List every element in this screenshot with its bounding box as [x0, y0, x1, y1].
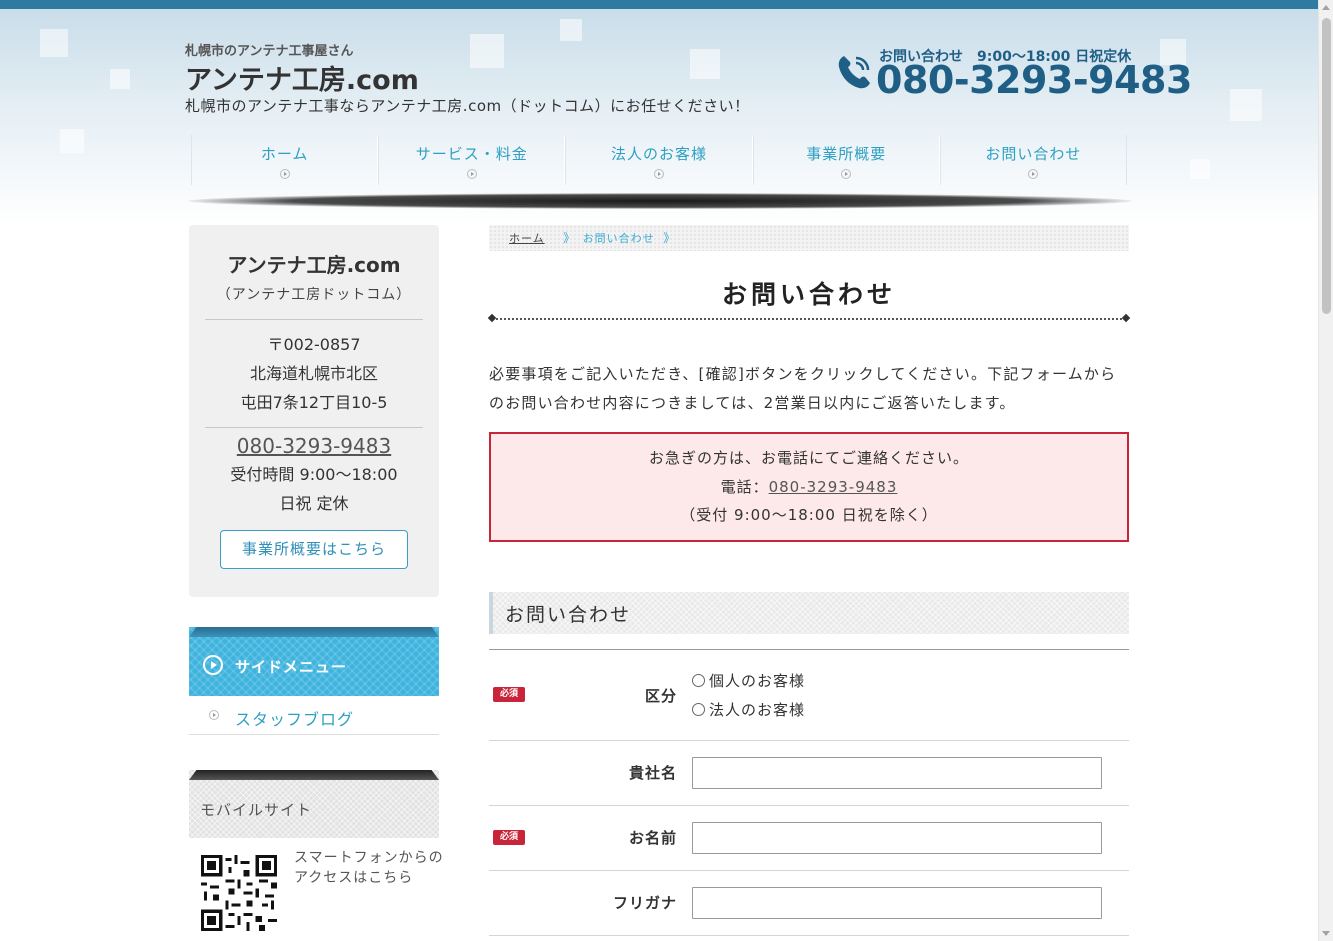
scroll-down-arrow-icon[interactable]	[1322, 931, 1330, 936]
nav-shadow-divider	[188, 193, 1132, 209]
play-circle-icon	[466, 169, 477, 179]
site-description: 札幌市のアンテナ工事ならアンテナ工房.com（ドットコム）にお任せください！	[185, 97, 750, 115]
site-title[interactable]: アンテナ工房.com	[185, 58, 419, 97]
radio-individual[interactable]: 個人のお客様	[692, 670, 805, 691]
scroll-thumb[interactable]	[1322, 18, 1331, 314]
double-chevron-icon: 》	[563, 231, 577, 245]
form-row-name: 必須 お名前	[489, 806, 1129, 871]
radio-label: 個人のお客様	[709, 672, 806, 690]
global-nav: ホーム サービス・料金 法人のお客様 事業所概要 お問い合わせ	[191, 135, 1128, 185]
address-line-1: 北海道札幌市北区	[249, 364, 378, 383]
mobile-site-title: モバイルサイト	[200, 801, 313, 819]
title-divider	[492, 318, 1126, 320]
form-heading: お問い合わせ	[489, 592, 1129, 634]
urgent-notice-box: お急ぎの方は、お電話にてご連絡ください。 電話：080-3293-9483 （受…	[489, 432, 1129, 542]
play-circle-icon	[841, 169, 852, 179]
nav-item-label: お問い合わせ	[985, 145, 1082, 163]
form-row-category: 必須 区分 個人のお客様 法人のお客様	[489, 650, 1129, 741]
notice-tel-prefix: 電話：	[720, 477, 769, 496]
field-label-furigana: フリガナ	[612, 894, 677, 912]
play-circle-icon	[203, 655, 223, 675]
holiday-note: 日祝 定休	[279, 494, 349, 513]
breadcrumb-home-link[interactable]: ホーム	[509, 232, 545, 245]
required-badge: 必須	[493, 830, 525, 845]
nav-item-services[interactable]: サービス・料金	[378, 135, 566, 185]
diamond-icon	[1121, 313, 1131, 323]
play-circle-icon	[279, 169, 290, 179]
play-circle-icon	[209, 710, 219, 720]
notice-line-1: お急ぎの方は、お電話にてご連絡ください。	[648, 449, 969, 467]
nav-item-home[interactable]: ホーム	[191, 135, 379, 185]
address-line-2: 屯田7条12丁目10-5	[240, 393, 388, 412]
side-menu-item-label: スタッフブログ	[235, 710, 355, 729]
form-row-company: 貴社名	[489, 741, 1129, 806]
phone-icon	[838, 56, 870, 89]
radio-label: 法人のお客様	[709, 701, 806, 719]
notice-phone-link[interactable]: 080-3293-9483	[769, 478, 898, 496]
side-menu-title: サイドメニュー	[235, 658, 348, 676]
required-badge: 必須	[493, 687, 525, 702]
nav-item-company[interactable]: 事業所概要	[752, 135, 940, 185]
side-menu-header: サイドメニュー	[189, 627, 439, 696]
side-menu-cap	[189, 627, 439, 637]
mobile-site-text: スマートフォンからのアクセスはこちら	[294, 850, 444, 886]
company-overview-button[interactable]: 事業所概要はこちら	[220, 530, 408, 569]
breadcrumb: ホーム 》 お問い合わせ 》	[489, 225, 1129, 251]
mobile-site-header: モバイルサイト	[189, 770, 439, 838]
nav-item-contact[interactable]: お問い合わせ	[939, 135, 1128, 185]
intro-text: 必要事項をご記入いただき、[確認]ボタンをクリックしてください。下記フォームから…	[489, 365, 1117, 412]
company-reading: （アンテナ工房ドットコム）	[216, 287, 412, 303]
page-title: お問い合わせ	[721, 280, 896, 309]
divider	[205, 319, 423, 320]
nav-item-label: 事業所概要	[806, 145, 887, 163]
field-label-company: 貴社名	[628, 764, 677, 782]
side-menu-item-staff-blog[interactable]: スタッフブログ	[189, 696, 439, 735]
company-info-box: アンテナ工房.com （アンテナ工房ドットコム） 〒002-0857 北海道札幌…	[189, 225, 439, 597]
nav-item-label: 法人のお客様	[611, 145, 708, 163]
business-hours: 受付時間 9:00～18:00	[230, 465, 398, 484]
company-name-input[interactable]	[692, 757, 1102, 789]
nav-item-corporate[interactable]: 法人のお客様	[565, 135, 753, 185]
name-input[interactable]	[692, 822, 1102, 854]
field-label-category: 区分	[644, 687, 677, 705]
notice-line-3: （受付 9:00～18:00 日祝を除く）	[680, 506, 938, 524]
field-label-name: お名前	[628, 829, 677, 847]
notice-tel-line: 電話：080-3293-9483	[491, 473, 1127, 502]
form-row-furigana: フリガナ	[489, 871, 1129, 936]
header-phone-number[interactable]: 080-3293-9483	[876, 58, 1192, 102]
radio-circle[interactable]	[692, 703, 705, 716]
radio-circle[interactable]	[692, 674, 705, 687]
play-circle-icon	[654, 169, 664, 179]
double-chevron-icon: 》	[663, 231, 677, 245]
diamond-icon	[487, 313, 497, 323]
nav-item-label: サービス・料金	[415, 145, 528, 163]
qr-code-icon	[201, 855, 277, 931]
site-tagline: 札幌市のアンテナ工事屋さん	[185, 44, 354, 59]
play-circle-icon	[1028, 169, 1039, 179]
divider	[205, 427, 423, 428]
postal-code: 〒002-0857	[267, 335, 361, 354]
top-bar	[0, 0, 1318, 9]
company-name: アンテナ工房.com	[227, 253, 401, 277]
scrollbar[interactable]	[1318, 0, 1333, 941]
mobile-site-cap	[189, 770, 439, 780]
furigana-input[interactable]	[692, 887, 1102, 919]
radio-corporate[interactable]: 法人のお客様	[692, 699, 805, 720]
nav-item-label: ホーム	[260, 145, 309, 163]
sidebar-phone-link[interactable]: 080-3293-9483	[189, 434, 439, 458]
scroll-up-arrow-icon[interactable]	[1322, 5, 1330, 10]
breadcrumb-current: お問い合わせ	[582, 232, 655, 245]
